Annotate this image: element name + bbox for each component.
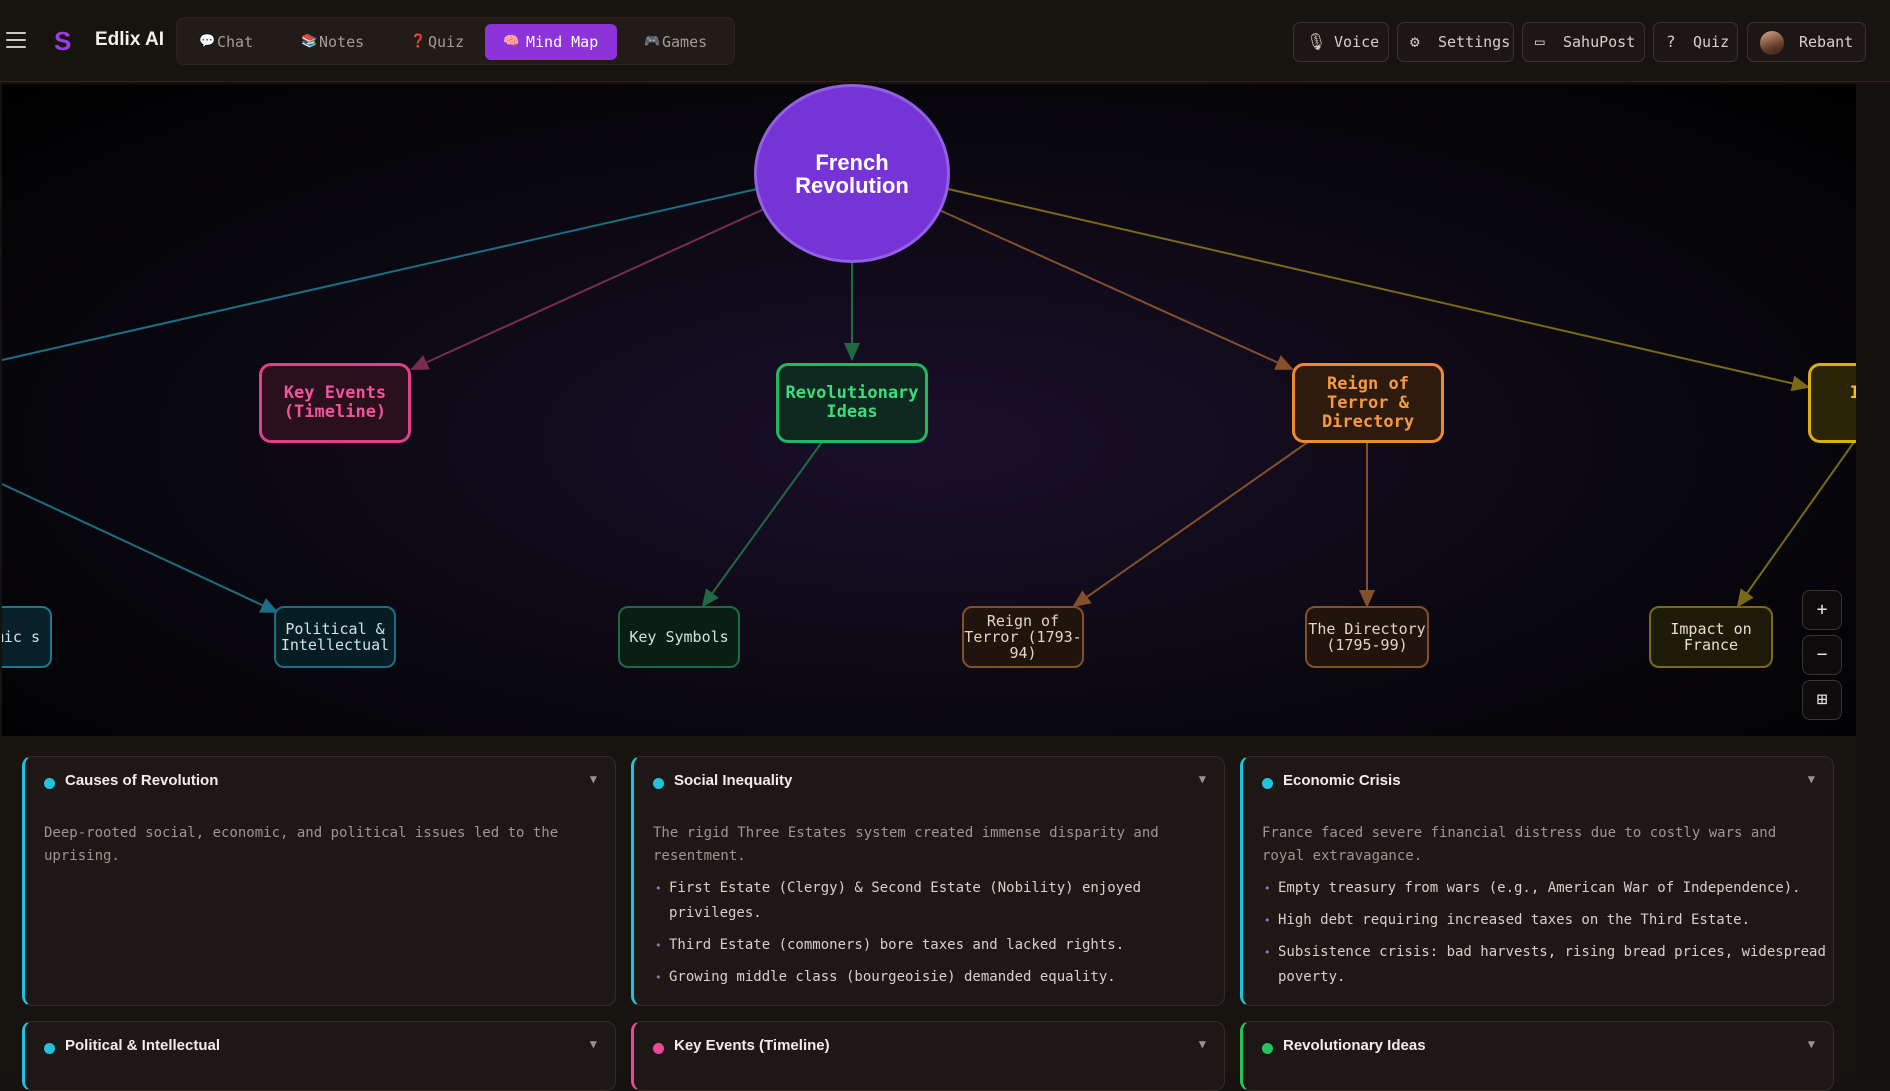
color-dot [44,778,55,789]
card-causes[interactable]: Causes of Revolution ▼ Deep-rooted socia… [22,756,616,1006]
app-name: Edlix AI [95,29,164,50]
quiz-button[interactable]: ? Quiz [1653,22,1738,62]
color-dot [44,1043,55,1054]
chevron-down-icon[interactable]: ▼ [1808,772,1815,786]
question-icon: ❓ [410,34,427,49]
tab-quiz[interactable]: ❓ Quiz [404,24,484,60]
node-political-intellectual[interactable]: Political & Intellectual [274,606,396,668]
chevron-down-icon[interactable]: ▼ [590,1037,597,1051]
tab-chat[interactable]: 💬 Chat [193,24,275,60]
gear-icon: ⚙ [1410,32,1420,51]
chevron-down-icon[interactable]: ▼ [1199,1037,1206,1051]
microphone-icon: 🎙 [1306,32,1327,51]
edge-root-reign [936,208,1294,370]
card-description: The rigid Three Estates system created i… [653,825,1159,864]
fit-view-button[interactable]: ⊞ [1802,680,1842,720]
chat-icon: 💬 [199,34,216,49]
list-item: Empty treasury from wars (e.g., American… [1262,876,1832,901]
card-social-inequality[interactable]: Social Inequality ▼ The rigid Three Esta… [631,756,1225,1006]
card-title: Social Inequality [674,772,793,789]
topic-cards: Causes of Revolution ▼ Deep-rooted socia… [0,736,1856,1091]
node-impact-partial[interactable]: In L [1808,363,1856,443]
edge-causes-political [2,483,279,613]
tab-notes[interactable]: 📚 Notes [295,24,389,60]
zoom-out-button[interactable]: − [1802,635,1842,675]
bullet-list: First Estate (Clergy) & Second Estate (N… [653,876,1223,997]
card-political-intellectual[interactable]: Political & Intellectual ▼ [22,1021,616,1091]
chevron-down-icon[interactable]: ▼ [1199,772,1206,786]
tab-quiz-label: Quiz [428,33,465,51]
tab-games[interactable]: 🎮 Games [638,24,732,60]
edge-root-causes [2,188,758,361]
color-dot [1262,778,1273,789]
node-reign-of-terror[interactable]: Reign of Terror (1793-94) [962,606,1084,668]
user-profile-button[interactable]: Rebant [1747,22,1866,62]
message-icon: ▭ [1535,32,1545,51]
voice-label: Voice [1334,33,1380,51]
voice-button[interactable]: 🎙 Voice [1293,22,1389,62]
list-item: Growing middle class (bourgeoisie) deman… [653,965,1223,990]
edge-reign-terror [1072,441,1309,608]
color-dot [1262,1043,1273,1054]
tab-notes-label: Notes [319,33,365,51]
card-description: Deep-rooted social, economic, and politi… [44,825,559,864]
list-item: Subsistence crisis: bad harvests, rising… [1262,940,1832,990]
tab-mind-map-label: Mind Map [526,33,599,51]
chevron-down-icon[interactable]: ▼ [1808,1037,1815,1051]
card-key-events[interactable]: Key Events (Timeline) ▼ [631,1021,1225,1091]
menu-icon[interactable] [6,32,26,48]
card-title: Causes of Revolution [65,772,219,789]
color-dot [653,778,664,789]
settings-button[interactable]: ⚙ Settings [1397,22,1514,62]
node-reign-directory[interactable]: Reign of Terror & Directory [1292,363,1444,443]
root-node[interactable]: French Revolution [754,84,950,263]
brain-icon: 🧠 [503,34,520,49]
help-circle-icon: ? [1666,32,1676,51]
node-key-symbols[interactable]: Key Symbols [618,606,740,668]
avatar [1760,31,1784,55]
card-title: Political & Intellectual [65,1037,221,1054]
app-logo: S [54,26,72,56]
card-economic-crisis[interactable]: Economic Crisis ▼ France faced severe fi… [1240,756,1834,1006]
card-description: France faced severe financial distress d… [1262,825,1777,864]
user-name: Rebant [1799,33,1854,51]
edge-root-key-events [410,208,765,370]
sahupost-button[interactable]: ▭ SahuPost [1522,22,1645,62]
main-nav: 💬 Chat 📚 Notes ❓ Quiz 🧠 Mind Map 🎮 Games [176,17,735,65]
node-impact-on-france[interactable]: Impact on France [1649,606,1773,668]
tab-chat-label: Chat [217,33,254,51]
list-item: First Estate (Clergy) & Second Estate (N… [653,876,1223,926]
settings-label: Settings [1438,33,1511,51]
edge-impact-france [1736,441,1855,608]
node-the-directory[interactable]: The Directory (1795-99) [1305,606,1429,668]
zoom-in-button[interactable]: + [1802,590,1842,630]
node-revolutionary-ideas[interactable]: Revolutionary Ideas [776,363,928,443]
list-item: High debt requiring increased taxes on t… [1262,908,1832,933]
list-item: Third Estate (commoners) bore taxes and … [653,933,1223,958]
node-key-events[interactable]: Key Events (Timeline) [259,363,411,443]
page-scrollbar[interactable] [1856,84,1890,1079]
color-dot [653,1043,664,1054]
chevron-down-icon[interactable]: ▼ [590,772,597,786]
quiz-label: Quiz [1693,33,1730,51]
sahupost-label: SahuPost [1563,33,1636,51]
mind-map-canvas[interactable]: French Revolution Key Events (Timeline) … [2,84,1856,736]
notes-icon: 📚 [301,34,318,49]
top-bar: S Edlix AI 💬 Chat 📚 Notes ❓ Quiz 🧠 Mind Map … [0,0,1890,82]
edge-root-impact [947,188,1810,392]
card-title: Economic Crisis [1283,772,1401,789]
card-revolutionary-ideas[interactable]: Revolutionary Ideas ▼ [1240,1021,1834,1091]
tab-games-label: Games [662,33,708,51]
bullet-list: Empty treasury from wars (e.g., American… [1262,876,1832,997]
card-title: Revolutionary Ideas [1283,1037,1426,1054]
tab-mind-map[interactable]: 🧠 Mind Map [485,24,617,60]
card-title: Key Events (Timeline) [674,1037,830,1054]
gamepad-icon: 🎮 [644,34,661,49]
node-economic-partial[interactable]: mic s [2,606,52,668]
edge-ideas-symbols [701,441,823,608]
